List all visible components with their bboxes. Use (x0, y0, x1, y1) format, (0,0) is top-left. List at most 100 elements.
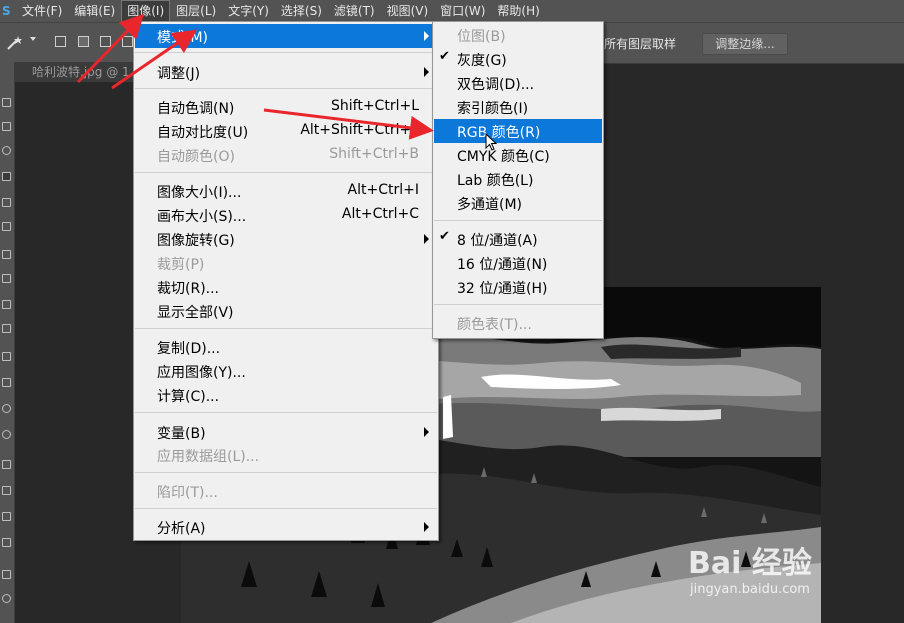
image-menu-item-mode[interactable]: 模式(M) (135, 24, 437, 48)
menu-item-label: 灰度(G) (457, 53, 507, 69)
menu-item-label: 图像大小(I)... (157, 185, 242, 201)
menu-image[interactable]: 图像(I) (121, 0, 171, 22)
menu-type[interactable]: 文字(Y) (222, 0, 275, 22)
image-menu-item-canvas-size[interactable]: 画布大小(S)... Alt+Ctrl+C (135, 203, 437, 227)
mode-item-rgb-color[interactable]: RGB 颜色(R) (434, 119, 602, 143)
menu-item-label: 8 位/通道(A) (457, 233, 538, 249)
menu-item-shortcut: Alt+Ctrl+C (341, 206, 419, 222)
intersect-selection-icon[interactable] (122, 36, 133, 47)
menu-item-label: 自动色调(N) (157, 101, 235, 117)
gradient-tool-icon[interactable] (2, 378, 11, 387)
menu-item-label: 索引颜色(I) (457, 101, 529, 117)
menu-bar: S 文件(F) 编辑(E) 图像(I) 图层(L) 文字(Y) 选择(S) 滤镜… (0, 0, 904, 22)
menu-item-label: 陷印(T)... (157, 485, 218, 501)
move-tool-icon[interactable] (2, 98, 11, 107)
menu-item-label: Lab 颜色(L) (457, 173, 534, 189)
mode-item-16-bits[interactable]: 16 位/通道(N) (434, 251, 602, 275)
menu-item-label: 变量(B) (157, 426, 206, 442)
hand-tool-icon[interactable] (2, 570, 11, 579)
menu-item-label: 复制(D)... (157, 341, 221, 357)
add-to-selection-icon[interactable] (78, 36, 89, 47)
image-menu-item-apply-data-set: 应用数据组(L)... (135, 443, 437, 467)
document-tab[interactable]: 哈利波特.jpg @ 1 (14, 62, 134, 82)
subtract-selection-icon[interactable] (100, 36, 111, 47)
image-menu-item-calculations[interactable]: 计算(C)... (135, 383, 437, 407)
image-menu-item-trim[interactable]: 裁切(R)... (135, 275, 437, 299)
menu-item-shortcut: Shift+Ctrl+L (331, 98, 419, 114)
path-selection-tool-icon[interactable] (2, 512, 11, 521)
image-menu-item-variables[interactable]: 变量(B) (135, 420, 437, 444)
menu-file[interactable]: 文件(F) (16, 0, 68, 22)
zoom-tool-icon[interactable] (2, 594, 11, 603)
mode-item-indexed-color[interactable]: 索引颜色(I) (434, 95, 602, 119)
eyedropper-tool-icon[interactable] (2, 222, 11, 231)
mode-item-8-bits[interactable]: ✔ 8 位/通道(A) (434, 227, 602, 251)
history-brush-tool-icon[interactable] (2, 324, 11, 333)
mode-item-cmyk-color[interactable]: CMYK 颜色(C) (434, 143, 602, 167)
image-menu-item-analysis[interactable]: 分析(A) (135, 515, 437, 539)
image-menu-item-auto-tone[interactable]: 自动色调(N) Shift+Ctrl+L (135, 95, 437, 119)
menu-separator (135, 172, 437, 173)
menu-item-label: 颜色表(T)... (457, 317, 532, 333)
submenu-arrow-icon (424, 67, 429, 77)
menu-help[interactable]: 帮助(H) (491, 0, 545, 22)
quick-selection-tool-icon[interactable] (2, 172, 11, 181)
watermark-url: jingyan.baidu.com (690, 582, 810, 597)
shape-tool-icon[interactable] (2, 538, 11, 547)
menu-view[interactable]: 视图(V) (381, 0, 435, 22)
menu-separator (135, 472, 437, 473)
brush-tool-icon[interactable] (2, 274, 11, 283)
watermark-brand: Bai 经验 (688, 546, 812, 581)
menu-item-shortcut: Alt+Ctrl+I (347, 182, 419, 198)
menu-separator (135, 52, 437, 53)
mode-item-bitmap: 位图(B) (434, 23, 602, 47)
tool-preset-chevron-icon[interactable] (30, 37, 36, 41)
lasso-tool-icon[interactable] (2, 146, 11, 155)
menu-separator (135, 508, 437, 509)
menu-item-label: 裁剪(P) (157, 257, 205, 273)
healing-brush-tool-icon[interactable] (2, 250, 11, 259)
menu-filter[interactable]: 滤镜(T) (328, 0, 381, 22)
menu-item-label: 应用图像(Y)... (157, 365, 246, 381)
dodge-tool-icon[interactable] (2, 430, 11, 439)
image-menu-item-image-rotation[interactable]: 图像旋转(G) (135, 227, 437, 251)
submenu-arrow-icon (424, 427, 429, 437)
mode-item-32-bits[interactable]: 32 位/通道(H) (434, 275, 602, 299)
submenu-arrow-icon (424, 522, 429, 532)
mode-item-lab-color[interactable]: Lab 颜色(L) (434, 167, 602, 191)
mode-item-color-table: 颜色表(T)... (434, 311, 602, 335)
image-menu-item-adjust[interactable]: 调整(J) (135, 60, 437, 84)
menu-window[interactable]: 窗口(W) (434, 0, 491, 22)
menu-item-label: 计算(C)... (157, 389, 220, 405)
menu-item-label: 自动对比度(U) (157, 125, 249, 141)
eraser-tool-icon[interactable] (2, 352, 11, 361)
image-menu-item-reveal-all[interactable]: 显示全部(V) (135, 299, 437, 323)
menu-layer[interactable]: 图层(L) (170, 0, 222, 22)
image-menu-item-auto-contrast[interactable]: 自动对比度(U) Alt+Shift+Ctrl+L (135, 119, 437, 143)
blur-tool-icon[interactable] (2, 404, 11, 413)
image-menu-item-apply-image[interactable]: 应用图像(Y)... (135, 359, 437, 383)
magic-wand-icon[interactable] (4, 33, 26, 53)
mode-item-duotone[interactable]: 双色调(D)... (434, 71, 602, 95)
new-selection-icon[interactable] (55, 36, 66, 47)
image-menu-item-image-size[interactable]: 图像大小(I)... Alt+Ctrl+I (135, 179, 437, 203)
sample-all-layers-label[interactable]: 所有图层取样 (604, 35, 676, 52)
pen-tool-icon[interactable] (2, 460, 11, 469)
photoshop-logo-icon: S (2, 4, 11, 18)
marquee-tool-icon[interactable] (2, 122, 11, 131)
menu-item-label: 图像旋转(G) (157, 233, 235, 249)
menu-item-shortcut: Alt+Shift+Ctrl+L (300, 122, 419, 138)
mode-item-multichannel[interactable]: 多通道(M) (434, 191, 602, 215)
clone-stamp-tool-icon[interactable] (2, 300, 11, 309)
menu-item-label: 模式(M) (157, 30, 209, 46)
refine-edge-button[interactable]: 调整边缘... (702, 33, 788, 55)
menu-edit[interactable]: 编辑(E) (68, 0, 121, 22)
image-menu-item-duplicate[interactable]: 复制(D)... (135, 335, 437, 359)
menu-item-label: 裁切(R)... (157, 281, 220, 297)
baidu-jingyan-watermark: Bai 经验 jingyan.baidu.com (688, 528, 868, 608)
crop-tool-icon[interactable] (2, 198, 11, 207)
menu-select[interactable]: 选择(S) (275, 0, 328, 22)
type-tool-icon[interactable] (2, 486, 11, 495)
mode-item-grayscale[interactable]: ✔ 灰度(G) (434, 47, 602, 71)
image-menu-dropdown: 模式(M) 调整(J) 自动色调(N) Shift+Ctrl+L 自动对比度(U… (133, 21, 439, 541)
